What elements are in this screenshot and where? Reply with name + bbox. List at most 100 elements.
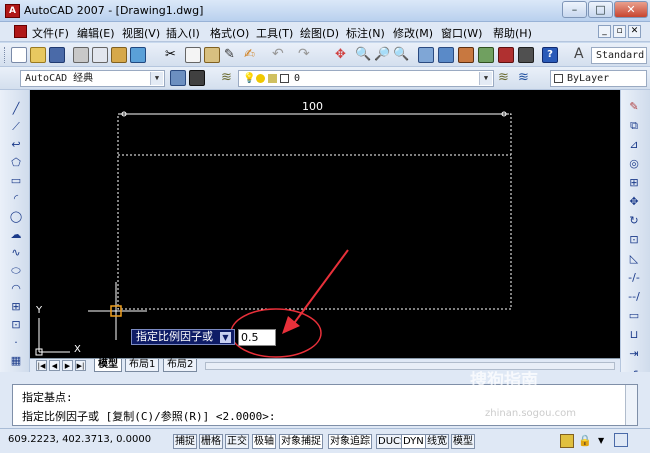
paste-icon[interactable] [204, 47, 220, 63]
construction-line-icon[interactable]: ⟋ [9, 120, 23, 134]
markup-icon[interactable] [498, 47, 514, 63]
erase-icon[interactable]: ✎ [627, 100, 641, 114]
menu-file[interactable]: 文件(F) [32, 25, 69, 41]
publish-icon[interactable] [111, 47, 127, 63]
join-icon[interactable]: ⊔ [627, 328, 641, 342]
menu-window[interactable]: 窗口(W) [441, 25, 482, 41]
match-properties-icon[interactable]: ✎ [224, 47, 235, 63]
ellipse-icon[interactable]: ⬭ [9, 264, 23, 278]
doc-minimize-button[interactable]: _ [598, 25, 611, 38]
dropdown-arrow-icon[interactable]: ▼ [220, 332, 231, 343]
maximize-button[interactable]: □ [588, 1, 613, 18]
layer-combo[interactable]: 💡 0 ▼ [238, 70, 494, 87]
workspace-settings-icon[interactable] [170, 70, 186, 86]
chevron-down-icon[interactable]: ▼ [150, 72, 163, 85]
undo-icon[interactable]: ↶ [272, 46, 284, 62]
menu-tools[interactable]: 工具(T) [256, 25, 293, 41]
document-icon[interactable] [14, 25, 27, 38]
lock-icon[interactable]: 🔒 [578, 434, 592, 448]
point-icon[interactable]: · [9, 336, 23, 350]
drawing-canvas[interactable]: 100 Y X [30, 90, 620, 358]
arc-icon[interactable]: ◜ [9, 192, 23, 206]
stretch-icon[interactable]: ◺ [627, 252, 641, 266]
copy-clip-icon[interactable] [185, 47, 201, 63]
menu-modify[interactable]: 修改(M) [393, 25, 433, 41]
3d-dwf-icon[interactable] [130, 47, 146, 63]
polygon-icon[interactable]: ⬠ [9, 156, 23, 170]
coordinate-readout[interactable]: 609.2223, 402.3713, 0.0000 [8, 434, 151, 445]
rotate-icon[interactable]: ↻ [627, 214, 641, 228]
design-center-icon[interactable] [438, 47, 454, 63]
dynamic-input-field[interactable]: 0.5 [238, 329, 276, 346]
tab-layout2[interactable]: 布局2 [163, 359, 198, 372]
doc-close-button[interactable]: ✕ [628, 25, 641, 38]
circle-icon[interactable]: ◯ [9, 210, 23, 224]
model-toggle[interactable]: 模型 [451, 434, 475, 449]
line-icon[interactable]: ╱ [9, 102, 23, 116]
snap-toggle[interactable]: 捕捉 [173, 434, 197, 449]
polyline-icon[interactable]: ↩ [9, 138, 23, 152]
save-icon[interactable] [49, 47, 65, 63]
extend-icon[interactable]: --/ [627, 290, 641, 304]
trim-icon[interactable]: -/- [627, 271, 641, 285]
move-icon[interactable]: ✥ [627, 195, 641, 209]
polar-toggle[interactable]: 极轴 [252, 434, 276, 449]
make-current-layer-icon[interactable]: ≋ [498, 70, 509, 86]
hatch-icon[interactable]: ▦ [9, 354, 23, 368]
layer-previous-icon[interactable]: ≋ [518, 70, 529, 86]
calculator-icon[interactable] [518, 47, 534, 63]
menu-draw[interactable]: 绘图(D) [300, 25, 339, 41]
block-editor-icon[interactable]: ✍ [244, 47, 255, 63]
doc-restore-button[interactable]: ▫ [613, 25, 626, 38]
chevron-down-icon[interactable]: ▼ [598, 435, 604, 447]
rectangle-icon[interactable]: ▭ [9, 174, 23, 188]
zoom-realtime-icon[interactable]: 🔍 [355, 47, 371, 63]
prev-tab-icon[interactable]: ◀ [49, 360, 60, 371]
chamfer-icon[interactable]: ⇥ [627, 347, 641, 361]
menu-dimension[interactable]: 标注(N) [346, 25, 385, 41]
help-icon[interactable]: ? [542, 47, 558, 63]
next-tab-icon[interactable]: ▶ [62, 360, 73, 371]
osnap-toggle[interactable]: 对象捕捉 [279, 434, 323, 449]
properties-icon[interactable] [418, 47, 434, 63]
zoom-window-icon[interactable]: 🔎 [374, 47, 390, 63]
ellipse-arc-icon[interactable]: ◠ [9, 282, 23, 296]
array-icon[interactable]: ⊞ [627, 176, 641, 190]
tool-palettes-icon[interactable] [458, 47, 474, 63]
dyn-toggle[interactable]: DYN [401, 434, 426, 449]
sheet-set-icon[interactable] [478, 47, 494, 63]
autocad-app-icon[interactable]: A [5, 4, 20, 18]
break-icon[interactable]: ▭ [627, 309, 641, 323]
workspace-combo[interactable]: AutoCAD 经典 ▼ [20, 70, 165, 87]
insert-block-icon[interactable]: ⊞ [9, 300, 23, 314]
make-block-icon[interactable]: ⊡ [9, 318, 23, 332]
new-icon[interactable] [11, 47, 27, 63]
layer-properties-icon[interactable]: ≋ [221, 70, 232, 86]
menu-view[interactable]: 视图(V) [122, 25, 160, 41]
minimize-button[interactable]: – [562, 1, 587, 18]
chevron-down-icon[interactable]: ▼ [479, 72, 492, 85]
cut-icon[interactable]: ✂ [165, 47, 176, 63]
text-style-icon[interactable]: A [574, 46, 584, 62]
lineweight-toggle[interactable]: 线宽 [425, 434, 449, 449]
print-icon[interactable] [73, 47, 89, 63]
redo-icon[interactable]: ↷ [298, 46, 310, 62]
color-combo[interactable]: ByLayer [550, 70, 647, 87]
copy-icon[interactable]: ⧉ [627, 119, 641, 133]
horizontal-scrollbar[interactable] [205, 362, 615, 370]
clean-screen-icon[interactable] [614, 433, 628, 447]
revision-cloud-icon[interactable]: ☁ [9, 228, 23, 242]
grid-toggle[interactable]: 栅格 [199, 434, 223, 449]
tab-layout1[interactable]: 布局1 [125, 359, 160, 372]
tab-model[interactable]: 模型 [94, 359, 122, 372]
annotation-scale-icon[interactable] [560, 434, 574, 448]
plot-preview-icon[interactable] [92, 47, 108, 63]
menu-help[interactable]: 帮助(H) [493, 25, 532, 41]
scale-icon[interactable]: ⊡ [627, 233, 641, 247]
spline-icon[interactable]: ∿ [9, 246, 23, 260]
text-style-combo[interactable]: Standard [591, 47, 647, 64]
command-scrollbar[interactable] [625, 385, 637, 425]
menu-edit[interactable]: 编辑(E) [77, 25, 115, 41]
last-tab-icon[interactable]: ▶| [75, 360, 86, 371]
menu-insert[interactable]: 插入(I) [166, 25, 200, 41]
